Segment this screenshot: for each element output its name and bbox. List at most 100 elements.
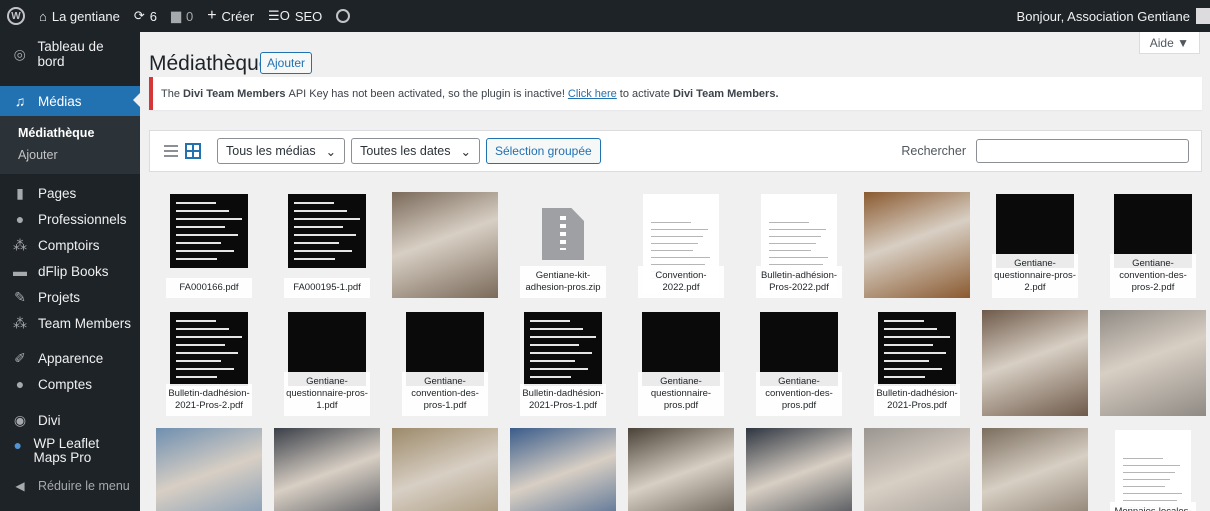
- media-filename: Bulletin-dadhésion-2021-Pros.pdf: [874, 384, 960, 416]
- photo-thumbnail: [510, 428, 616, 511]
- media-filename: Bulletin-adhésion-Pros-2022.pdf: [756, 266, 842, 298]
- plus-icon: +: [207, 7, 217, 24]
- media-tile[interactable]: [510, 428, 616, 511]
- media-filename: Gentiane-questionnaire-pros-1.pdf: [284, 372, 370, 416]
- media-tile[interactable]: [982, 428, 1088, 511]
- media-filename: Gentiane-convention-des-pros.pdf: [756, 372, 842, 416]
- map-icon: ●: [13, 437, 22, 453]
- main-content: Aide ▼ Médiathèque Ajouter The Divi Team…: [140, 32, 1210, 511]
- media-filename: Bulletin-dadhésion-2021-Pros-2.pdf: [166, 384, 252, 416]
- photo-thumbnail: [1100, 310, 1206, 416]
- photo-thumbnail: [274, 428, 380, 511]
- user-icon: ●: [15, 211, 25, 227]
- photo-thumbnail: [746, 428, 852, 511]
- media-filename: Monnaies-locales-monnaies-inte: [1110, 502, 1196, 511]
- media-tile[interactable]: [392, 428, 498, 511]
- media-icon: ♫: [14, 93, 26, 109]
- search-label: Rechercher: [901, 144, 966, 158]
- collapse-menu-button[interactable]: ◀ Réduire le menu: [0, 473, 140, 499]
- media-tile[interactable]: Gentiane-questionnaire-pros.pdf: [628, 310, 734, 416]
- media-tile[interactable]: [628, 428, 734, 511]
- list-view-icon[interactable]: [163, 143, 179, 159]
- media-tile[interactable]: [274, 428, 380, 511]
- media-tile[interactable]: Gentiane-questionnaire-pros-2.pdf: [982, 192, 1088, 298]
- home-icon: ⌂: [39, 8, 47, 24]
- media-tile[interactable]: FA000195-1.pdf: [274, 192, 380, 298]
- media-tile[interactable]: Monnaies-locales-monnaies-inte: [1100, 428, 1206, 511]
- document-thumbnail: [170, 194, 248, 268]
- media-filename: Gentiane-convention-des-pros-2.pdf: [1110, 254, 1196, 298]
- photo-thumbnail: [982, 428, 1088, 511]
- sidebar-item-professionnels[interactable]: ● Professionnels: [0, 206, 140, 232]
- seo-icon: ☰O: [268, 8, 290, 23]
- sidebar-item-team-members[interactable]: ⁂ Team Members: [0, 310, 140, 336]
- sidebar-item-projets[interactable]: ✎ Projets: [0, 284, 140, 310]
- sidebar-item-apparence[interactable]: ✐ Apparence: [0, 345, 140, 371]
- admin-bar: W ⌂ La gentiane ⟳ 6 ▆ 0 + Créer ☰O SEO B…: [0, 0, 1210, 32]
- photo-thumbnail: [982, 310, 1088, 416]
- groups-icon: ⁂: [13, 236, 27, 253]
- book-icon: ▬: [13, 263, 27, 279]
- sidebar-item-media[interactable]: ♫ Médias: [0, 86, 140, 116]
- media-submenu: Médiathèque Ajouter: [0, 116, 140, 174]
- pages-icon: ▮: [16, 184, 24, 201]
- activate-plugin-link[interactable]: Click here: [568, 88, 617, 100]
- sidebar-item-dashboard[interactable]: ◎ Tableau de bord: [0, 39, 140, 69]
- media-tile[interactable]: [1100, 310, 1206, 416]
- media-tile[interactable]: Gentiane-questionnaire-pros-1.pdf: [274, 310, 380, 416]
- account-greeting[interactable]: Bonjour, Association Gentiane: [1017, 0, 1190, 32]
- avatar[interactable]: [1196, 8, 1210, 24]
- comment-icon: ▆: [170, 8, 181, 23]
- media-grid: FA000166.pdf FA000195-1.pdf Gentiane-kit-a…: [156, 192, 1206, 511]
- date-filter[interactable]: Toutes les dates ⌄: [351, 138, 480, 164]
- photo-thumbnail: [864, 192, 970, 298]
- comments-link[interactable]: ▆ 0: [164, 0, 200, 32]
- help-tab-button[interactable]: Aide ▼: [1138, 32, 1200, 54]
- grid-view-icon[interactable]: [185, 143, 201, 159]
- admin-sidebar: ◎ Tableau de bord ♫ Médias Médiathèque A…: [0, 32, 140, 511]
- sidebar-item-wp-leaflet-maps-pro[interactable]: ● WP Leaflet Maps Pro: [0, 433, 140, 473]
- media-tile[interactable]: [864, 428, 970, 511]
- site-name-link[interactable]: ⌂ La gentiane: [32, 0, 127, 32]
- media-tile[interactable]: Bulletin-dadhésion-2021-Pros-1.pdf: [510, 310, 616, 416]
- media-tile[interactable]: Bulletin-adhésion-Pros-2022.pdf: [746, 192, 852, 298]
- media-tile[interactable]: Bulletin-dadhésion-2021-Pros.pdf: [864, 310, 970, 416]
- media-tile[interactable]: Gentiane-kit-adhesion-pros.zip: [510, 192, 616, 298]
- media-tile[interactable]: [864, 192, 970, 298]
- sidebar-item-divi[interactable]: ◉ Divi: [0, 407, 140, 433]
- sidebar-item-pages[interactable]: ▮ Pages: [0, 180, 140, 206]
- media-tile[interactable]: Gentiane-convention-des-pros.pdf: [746, 310, 852, 416]
- media-tile[interactable]: [392, 192, 498, 298]
- user-icon: ●: [15, 376, 25, 392]
- media-type-filter[interactable]: Tous les médias ⌄: [217, 138, 346, 164]
- media-tile[interactable]: Bulletin-dadhésion-2021-Pros-2.pdf: [156, 310, 262, 416]
- document-thumbnail: [288, 194, 366, 268]
- sidebar-item-dflip-books[interactable]: ▬ dFlip Books: [0, 258, 140, 284]
- wordpress-logo-button[interactable]: W: [0, 0, 32, 32]
- collapse-icon: ◀: [15, 479, 25, 493]
- bulk-select-button[interactable]: Sélection groupée: [485, 138, 601, 164]
- media-tile[interactable]: [746, 428, 852, 511]
- photo-thumbnail: [864, 428, 970, 511]
- add-media-button[interactable]: Ajouter: [260, 52, 313, 74]
- sidebar-item-comptoirs[interactable]: ⁂ Comptoirs: [0, 232, 140, 258]
- sidebar-item-comptes[interactable]: ● Comptes: [0, 371, 140, 397]
- media-filename: Convention-2022.pdf: [638, 266, 724, 298]
- media-tile[interactable]: Convention-2022.pdf: [628, 192, 734, 298]
- search-input[interactable]: [976, 139, 1189, 163]
- updates-icon: ⟳: [133, 8, 145, 23]
- new-content-link[interactable]: + Créer: [200, 0, 261, 32]
- divi-menu-link[interactable]: [329, 0, 357, 32]
- media-tile[interactable]: [156, 428, 262, 511]
- submenu-add-media[interactable]: Ajouter: [0, 144, 140, 166]
- submenu-media-library[interactable]: Médiathèque: [0, 122, 140, 144]
- media-filename: Gentiane-kit-adhesion-pros.zip: [520, 266, 606, 298]
- updates-link[interactable]: ⟳ 6: [127, 0, 164, 32]
- document-thumbnail: [1115, 430, 1191, 511]
- photo-thumbnail: [392, 192, 498, 298]
- media-tile[interactable]: FA000166.pdf: [156, 192, 262, 298]
- media-tile[interactable]: Gentiane-convention-des-pros-2.pdf: [1100, 192, 1206, 298]
- media-tile[interactable]: [982, 310, 1088, 416]
- seo-link[interactable]: ☰O SEO: [261, 0, 329, 32]
- media-tile[interactable]: Gentiane-convention-des-pros-1.pdf: [392, 310, 498, 416]
